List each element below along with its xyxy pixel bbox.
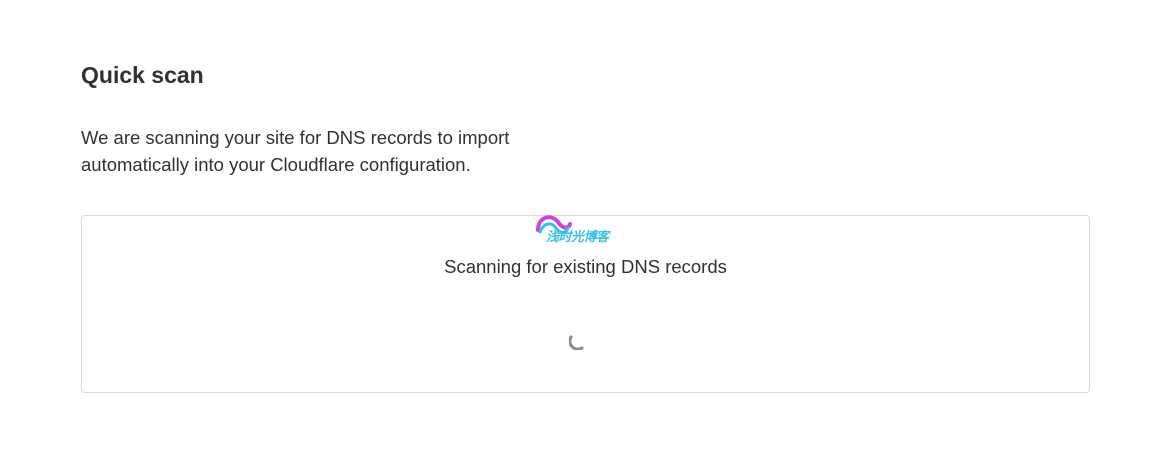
watermark-logo: 浅时光博客: [532, 208, 624, 248]
page-title: Quick scan: [81, 62, 204, 88]
loading-spinner-icon: [568, 334, 585, 351]
scan-status-card: 浅时光博客 Scanning for existing DNS records: [81, 215, 1090, 393]
scan-status-text: Scanning for existing DNS records: [444, 256, 727, 277]
page-description: We are scanning your site for DNS record…: [81, 127, 510, 175]
